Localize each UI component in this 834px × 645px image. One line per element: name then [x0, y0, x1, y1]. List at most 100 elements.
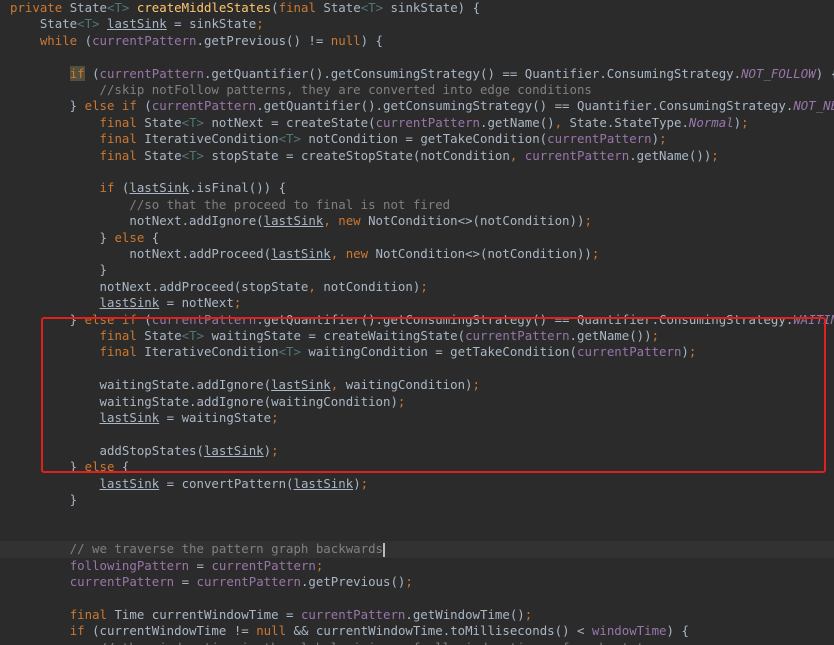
- code-text: (currentWindowTime !=: [92, 623, 257, 639]
- keyword: final: [99, 147, 145, 163]
- field-ref: windowTime: [591, 623, 667, 639]
- keyword: ;: [271, 410, 279, 425]
- keyword: final: [99, 131, 145, 147]
- code-line[interactable]: } else if (currentPattern.getQuantifier(…: [0, 312, 834, 328]
- code-line[interactable]: followingPattern = currentPattern;: [0, 558, 834, 574]
- code-text: }: [10, 311, 85, 327]
- code-text: ): [263, 442, 272, 458]
- field-ref: currentPattern: [151, 311, 257, 327]
- code-line[interactable]: final Time currentWindowTime = currentPa…: [0, 607, 834, 623]
- code-line[interactable]: }: [0, 492, 834, 508]
- code-text: =: [189, 557, 212, 573]
- code-line[interactable]: final State<T> notNext = createState(cur…: [0, 115, 834, 131]
- keyword: final: [99, 114, 145, 130]
- type-parameter: <T>: [181, 328, 204, 343]
- code-text: .getQuantifier().getConsumingStrategy() …: [203, 65, 742, 81]
- code-line[interactable]: notNext.addProceed(lastSink, new NotCond…: [0, 246, 834, 262]
- code-line[interactable]: final IterativeCondition<T> waitingCondi…: [0, 344, 834, 360]
- code-line[interactable]: //so that the proceed to final is not fi…: [0, 197, 834, 213]
- code-text: notCondition = getTakeCondition(: [300, 131, 548, 147]
- static-constant: Normal: [688, 114, 734, 130]
- code-line[interactable]: final IterativeCondition<T> notCondition…: [0, 131, 834, 147]
- code-line[interactable]: if (currentPattern.getQuantifier().getCo…: [0, 65, 834, 82]
- code-text: (: [144, 98, 152, 114]
- code-text: =: [174, 574, 197, 589]
- code-line[interactable]: waitingState.addIgnore(waitingCondition)…: [0, 394, 834, 410]
- type-parameter: <T>: [360, 0, 384, 15]
- field-ref: currentPattern: [99, 65, 204, 81]
- code-line[interactable]: [0, 426, 834, 442]
- code-line[interactable]: notNext.addProceed(stopState, notConditi…: [0, 279, 834, 295]
- keyword: ;: [360, 475, 369, 491]
- field-ref: currentPattern: [375, 114, 481, 130]
- keyword: ;: [688, 344, 697, 360]
- code-line[interactable]: lastSink = notNext;: [0, 295, 834, 311]
- code-text: State: [69, 0, 107, 15]
- code-line[interactable]: [0, 508, 834, 524]
- code-line[interactable]: private State<T> createMiddleStates(fina…: [0, 0, 834, 16]
- field-ref: currentPattern: [300, 606, 406, 622]
- variable-ref: lastSink: [99, 410, 160, 425]
- code-line[interactable]: while (currentPattern.getPrevious() != n…: [0, 33, 834, 49]
- variable-ref: lastSink: [203, 442, 264, 458]
- code-line[interactable]: // the window time is the global minimum…: [0, 640, 834, 645]
- code-text: State: [144, 147, 182, 163]
- code-line[interactable]: final State<T> stopState = createStopSta…: [0, 148, 834, 164]
- code-text: .getName(): [480, 114, 555, 130]
- keyword: ;: [397, 393, 406, 409]
- code-line[interactable]: }: [0, 262, 834, 278]
- static-constant: NOT_NEXT: [793, 98, 834, 114]
- keyword: , new: [330, 246, 376, 261]
- code-editor[interactable]: private State<T> createMiddleStates(fina…: [0, 0, 834, 645]
- keyword: ;: [741, 114, 749, 130]
- code-text: = waitingState: [159, 410, 272, 425]
- code-line[interactable]: } else {: [0, 230, 834, 246]
- code-text: waitingState.addIgnore(: [10, 377, 272, 393]
- keyword: null: [330, 32, 361, 48]
- code-line[interactable]: [0, 361, 834, 377]
- keyword: final: [99, 344, 145, 360]
- code-text: notNext.addIgnore(: [10, 213, 264, 229]
- code-line[interactable]: notNext.addIgnore(lastSink, new NotCondi…: [0, 213, 834, 229]
- code-text: ) {: [360, 32, 384, 48]
- keyword: null: [256, 623, 294, 639]
- code-line[interactable]: final State<T> waitingState = createWait…: [0, 328, 834, 344]
- code-line[interactable]: if (currentWindowTime != null && current…: [0, 623, 834, 639]
- keyword: ,: [554, 114, 570, 130]
- code-line[interactable]: //skip notFollow patterns, they are conv…: [0, 82, 834, 98]
- keyword: if: [69, 623, 93, 639]
- code-line[interactable]: [0, 49, 834, 65]
- code-line[interactable]: } else {: [0, 459, 834, 475]
- code-line[interactable]: [0, 164, 834, 180]
- code-line[interactable]: currentPattern = currentPattern.getPrevi…: [0, 574, 834, 590]
- code-line[interactable]: [0, 590, 834, 606]
- variable-ref: lastSink: [263, 213, 324, 229]
- keyword: ;: [472, 377, 480, 393]
- code-text: {: [121, 459, 130, 475]
- keyword: while: [39, 32, 85, 48]
- code-line[interactable]: // we traverse the pattern graph backwar…: [0, 541, 834, 558]
- code-line[interactable]: } else if (currentPattern.getQuantifier(…: [0, 98, 834, 114]
- type-parameter: <T>: [181, 114, 204, 130]
- type-parameter: <T>: [181, 147, 204, 163]
- code-text: = sinkState: [166, 16, 257, 32]
- code-line[interactable]: [0, 525, 834, 541]
- code-line[interactable]: lastSink = convertPattern(lastSink);: [0, 476, 834, 492]
- code-text: waitingState = createWaitingState(: [204, 328, 466, 343]
- code-line[interactable]: if (lastSink.isFinal()) {: [0, 180, 834, 196]
- code-text: Time currentWindowTime =: [114, 606, 301, 622]
- keyword-highlighted: if: [69, 65, 85, 81]
- code-line[interactable]: State<T> lastSink = sinkState;: [0, 16, 834, 32]
- code-text: .getQuantifier().getConsumingStrategy() …: [256, 311, 794, 327]
- variable-ref: lastSink: [293, 475, 354, 491]
- keyword: ;: [591, 246, 600, 261]
- code-line[interactable]: lastSink = waitingState;: [0, 410, 834, 426]
- code-line[interactable]: addStopStates(lastSink);: [0, 443, 834, 459]
- code-text: ): [353, 475, 361, 491]
- code-line[interactable]: waitingState.addIgnore(lastSink, waiting…: [0, 377, 834, 393]
- code-text: (: [84, 65, 100, 81]
